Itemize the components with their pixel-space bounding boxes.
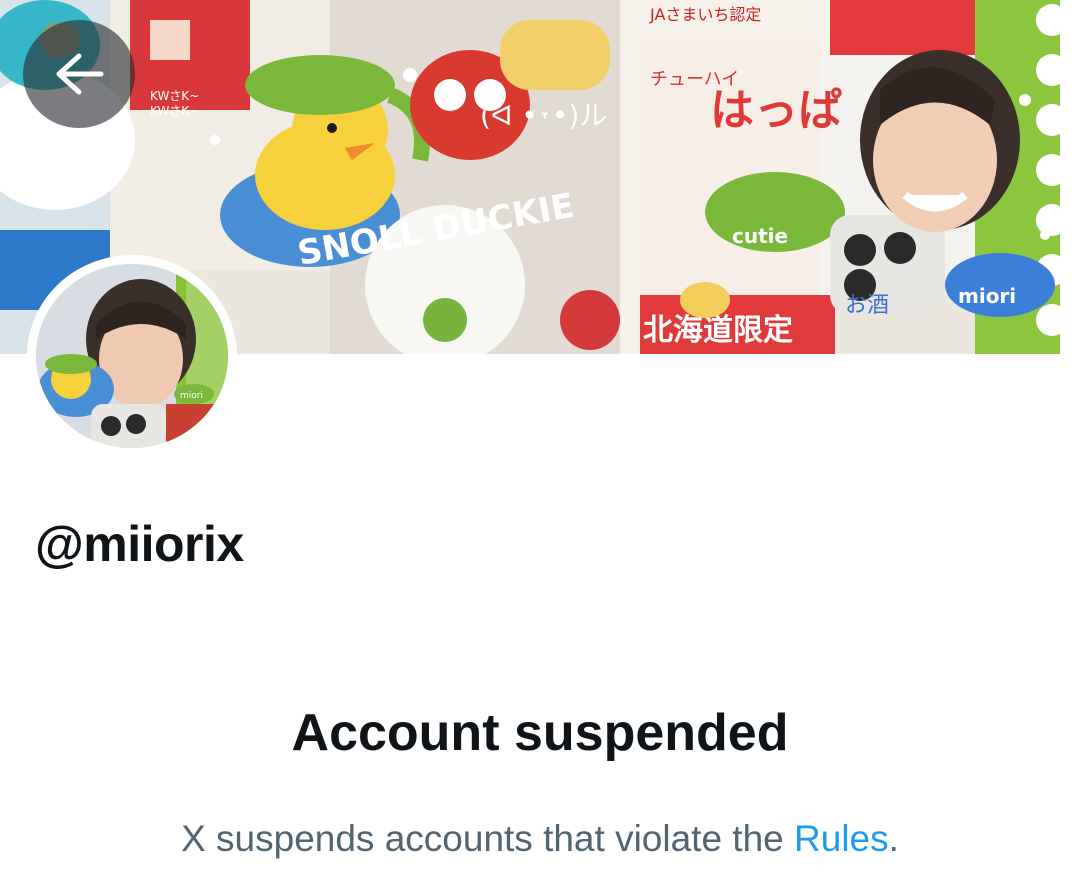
avatar[interactable]: miori [27,255,237,457]
suspended-desc-suffix: . [888,818,899,859]
banner-kaomoji: (ᐛ •˕•)ル [480,98,607,132]
arrow-left-icon [56,53,104,95]
back-button[interactable] [23,20,135,128]
banner-hokkaido: 北海道限定 [643,313,793,348]
banner-kw-text: KWさK~ [150,89,199,103]
suspended-description: X suspends accounts that violate the Rul… [0,818,1080,860]
banner-miori: miori [958,284,1016,308]
profile-page: JAさまいち認定 チューハイ はっぱ 北海道限定 cutie お酒 miori … [0,0,1080,888]
profile-handle: @miiorix [35,516,244,572]
banner-sake: お酒 [845,293,889,318]
banner-kw-text-2: KWさK~ [150,104,199,118]
banner-label-red: はっぱ [710,85,842,136]
avatar-image: miori [36,264,228,448]
avatar-photo: miori [36,264,228,448]
rules-link[interactable]: Rules [794,818,889,859]
suspended-desc-prefix: X suspends accounts that violate the [181,818,795,859]
banner-cutie: cutie [732,224,788,248]
suspended-title: Account suspended [291,704,789,762]
banner-ja-text: JAさまいち認定 [649,5,761,24]
avatar-sticker-text: miori [180,391,203,401]
